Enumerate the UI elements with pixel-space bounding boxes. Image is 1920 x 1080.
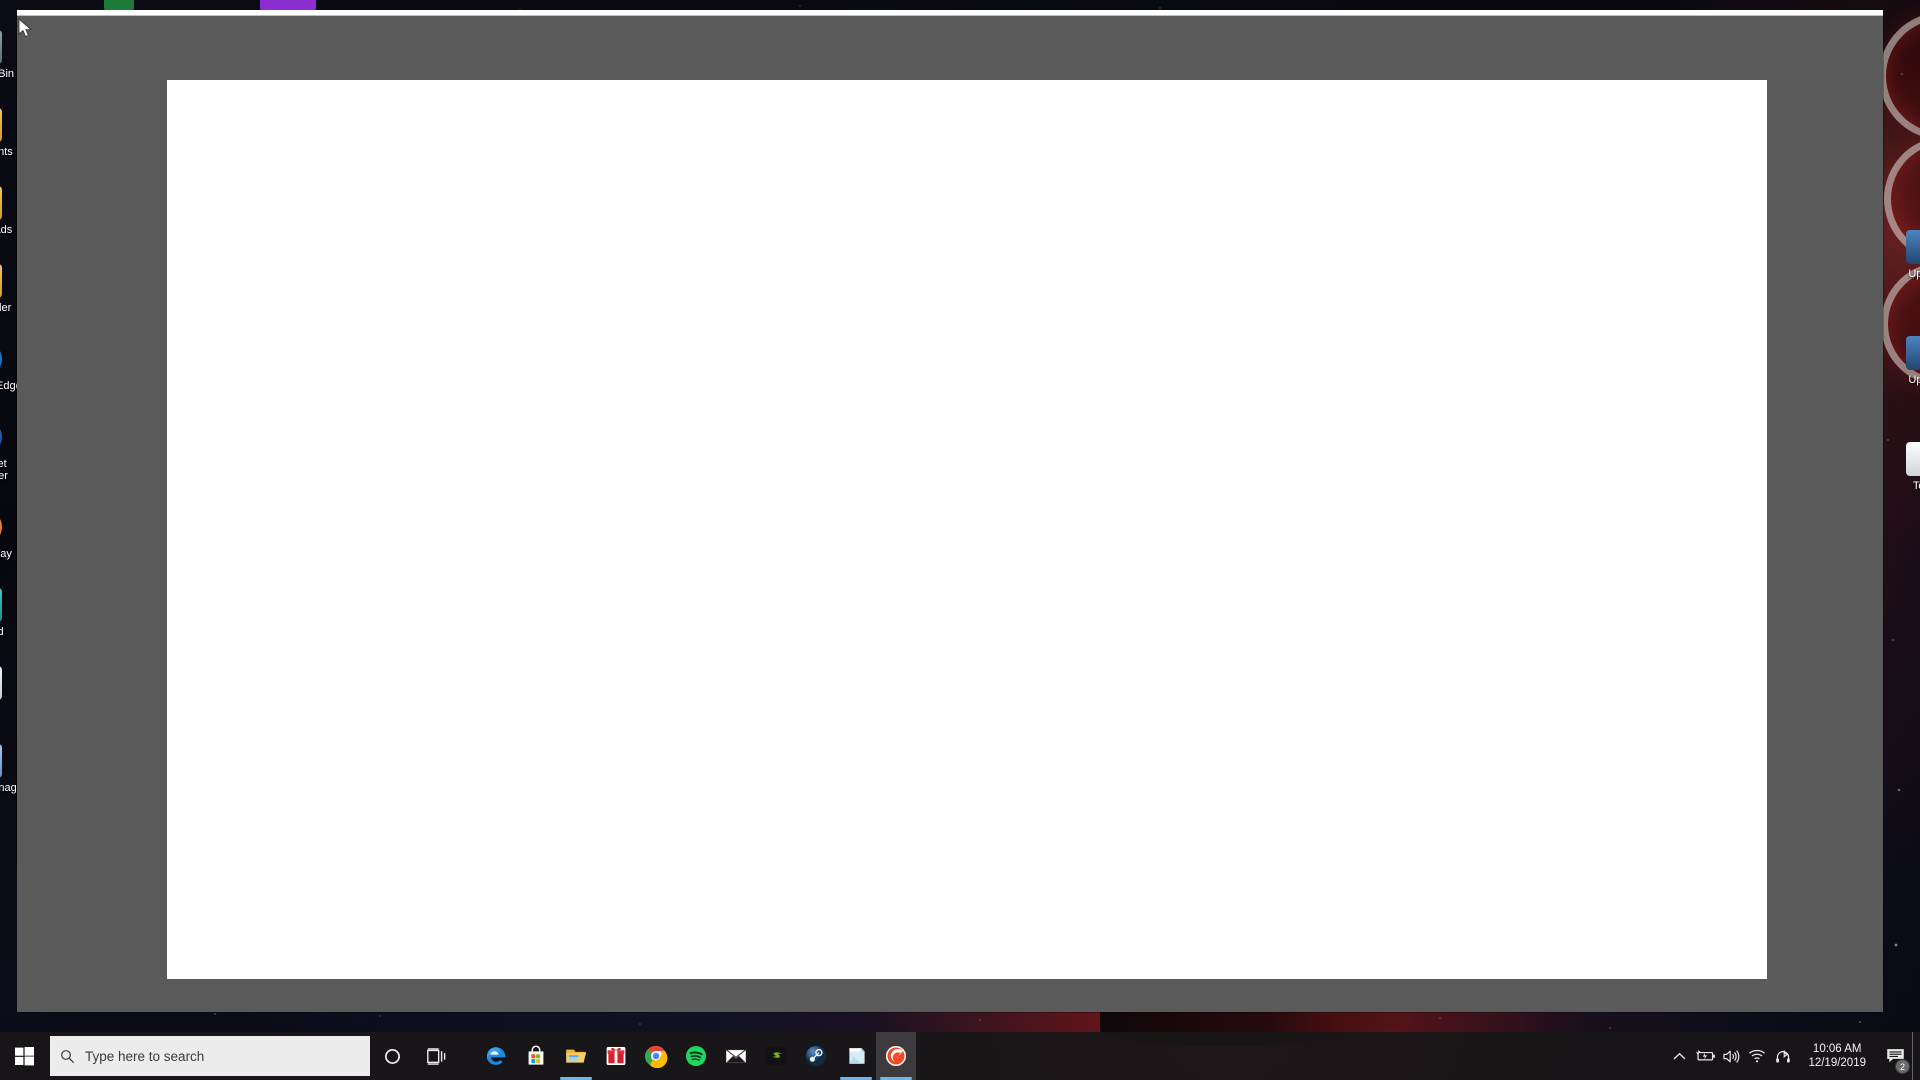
clock-date: 12/19/2019 — [1808, 1057, 1866, 1069]
edge-icon — [0, 342, 2, 376]
text-file-icon — [1906, 442, 1920, 476]
desktop-icon-label: Upd... — [1908, 268, 1920, 280]
discord-icon — [0, 588, 2, 622]
spotify-icon — [686, 1046, 706, 1066]
application-content-area[interactable] — [167, 80, 1767, 979]
taskbar-app-active-application[interactable] — [876, 1032, 916, 1080]
desktop-icon-label: Text — [1912, 480, 1920, 492]
taskbar-clock[interactable]: 10:06 AM 12/19/2019 — [1796, 1032, 1878, 1080]
folder-icon — [0, 264, 2, 298]
taskbar-app-microsoft-edge[interactable] — [476, 1032, 516, 1080]
orange-swirl-icon — [886, 1046, 906, 1066]
taskbar-app-file-explorer[interactable] — [556, 1032, 596, 1080]
cortana-button[interactable] — [370, 1032, 414, 1080]
system-tray: 10:06 AM 12/19/2019 2 — [1666, 1032, 1920, 1080]
origin-icon — [0, 510, 2, 544]
tray-bluetooth-audio-button[interactable] — [1770, 1032, 1796, 1080]
show-desktop-button[interactable] — [1912, 1032, 1920, 1080]
file-explorer-icon — [566, 1049, 586, 1063]
battlenet-icon — [0, 420, 2, 454]
tray-overflow-button[interactable] — [1666, 1032, 1692, 1080]
wifi-icon — [1749, 1049, 1766, 1063]
sticky-notes-icon — [849, 1048, 865, 1064]
mail-icon — [724, 1049, 748, 1063]
headphone-icon — [1776, 1049, 1791, 1063]
edge-icon — [487, 1047, 506, 1065]
nvidia-icon — [765, 1047, 787, 1065]
taskbar-app-steam[interactable] — [796, 1032, 836, 1080]
desktop-icon[interactable]: Upd... — [1880, 230, 1920, 280]
taskbar-app-gift-rewards[interactable] — [596, 1032, 636, 1080]
notification-badge: 2 — [1895, 1059, 1910, 1074]
action-center-button[interactable]: 2 — [1878, 1032, 1912, 1080]
folder-icon — [0, 186, 2, 220]
app-icon — [1906, 230, 1920, 264]
store-icon — [528, 1045, 544, 1065]
taskbar-app-spotify[interactable] — [676, 1032, 716, 1080]
taskbar-app-mail[interactable] — [716, 1032, 756, 1080]
task-view-button[interactable] — [414, 1032, 458, 1080]
start-button[interactable] — [0, 1032, 48, 1080]
taskbar-app-sticky-notes[interactable] — [836, 1032, 876, 1080]
desktop-icon[interactable]: Upd... — [1880, 336, 1920, 386]
chevron-up-icon — [1673, 1052, 1686, 1059]
desktop-icon-label: Upd... — [1908, 374, 1920, 386]
search-input[interactable]: Type here to search — [50, 1036, 370, 1076]
desktop-icon-column-right: Upd... Upd... Text — [1880, 230, 1920, 548]
taskbar[interactable]: Type here to search 10:06 AM 12/19/2019 … — [0, 1032, 1920, 1080]
windows-logo-icon — [14, 1046, 34, 1065]
gift-icon — [606, 1047, 626, 1065]
search-icon — [61, 1049, 75, 1063]
application-window[interactable] — [17, 16, 1883, 1012]
desktop-icon[interactable]: Text — [1880, 442, 1920, 492]
app-icon — [1906, 336, 1920, 370]
tray-battery-button[interactable] — [1692, 1032, 1718, 1080]
notes-icon — [0, 666, 2, 700]
chrome-icon — [644, 1045, 668, 1068]
task-view-icon — [426, 1047, 445, 1065]
recycle-bin-icon — [0, 30, 2, 64]
speaker-icon — [1723, 1049, 1740, 1063]
taskbar-app-microsoft-store[interactable] — [516, 1032, 556, 1080]
pinned-apps-area — [476, 1032, 916, 1080]
taskbar-app-google-chrome[interactable] — [636, 1032, 676, 1080]
app-icon — [0, 744, 2, 778]
tray-network-button[interactable] — [1744, 1032, 1770, 1080]
taskbar-app-nvidia[interactable] — [756, 1032, 796, 1080]
tray-volume-button[interactable] — [1718, 1032, 1744, 1080]
search-placeholder: Type here to search — [85, 1048, 205, 1064]
folder-icon — [0, 108, 2, 142]
battery-charging-icon — [1696, 1050, 1715, 1061]
desktop[interactable]: Recycle Bin Documents Downloads New fold… — [0, 0, 1920, 1080]
clock-time: 10:06 AM — [1812, 1043, 1862, 1055]
steam-icon — [806, 1046, 826, 1066]
cortana-circle-icon — [384, 1048, 400, 1064]
